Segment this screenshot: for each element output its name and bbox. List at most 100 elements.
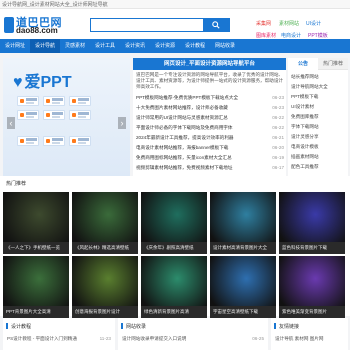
tile-sub-bar (78, 102, 86, 104)
bottom-col-row[interactable]: 设计导航 素材网 图片网 (275, 336, 324, 342)
tile-label-bar (52, 98, 63, 101)
news-item[interactable]: 十大免费图片素材网站推荐，设计师必备收藏 06-23 (136, 104, 284, 112)
bottom-col: 网站收录 设计网站收录申请提交入口说明 06-25 (118, 318, 268, 350)
quick-link[interactable]: 电商设计 (281, 32, 301, 39)
tile-label-bar (78, 98, 89, 101)
quick-link[interactable]: PPT模板 (308, 32, 328, 39)
recommend-item[interactable]: 《庆余年》剧照高清壁纸 (141, 192, 207, 254)
banner-carousel[interactable]: ♥ 爱PPT ‹ › (3, 58, 130, 176)
quick-link[interactable]: UI设计 (306, 20, 321, 27)
site-logo[interactable]: 道巴巴网 dao88.com (4, 15, 74, 37)
recommend-item[interactable]: 蓝色科技背景图片下载 (279, 192, 345, 254)
heart-icon: ♥ (13, 74, 23, 91)
section-marker (6, 323, 8, 329)
logo-mark-icon (4, 17, 14, 33)
nav-item[interactable]: 设计网址 (0, 39, 30, 53)
news-item[interactable]: 2024年最新设计工具推荐，提高设计效率的利器 06-21 (136, 134, 284, 142)
tile-icon (46, 99, 50, 103)
news-item[interactable]: 设计师常用的UI设计网站与灵感素材资源汇总 06-22 (136, 114, 284, 122)
banner-tile[interactable] (69, 136, 91, 146)
thumbnail-caption: 设计素材高清背景图片大全 (210, 242, 276, 254)
nav-item[interactable]: 网站收录 (210, 39, 240, 53)
tile-icon (72, 99, 76, 103)
banner-tile[interactable] (17, 136, 39, 146)
side-item[interactable]: UI设计素材 (291, 103, 346, 111)
tab-hot[interactable]: 热门推荐 (318, 58, 348, 70)
news-item[interactable]: 平面设计师必备的字体下载网站及免费商用字体 06-22 (136, 124, 284, 132)
banner-tile[interactable] (17, 96, 39, 106)
recommend-item[interactable]: 宇宙星空高清壁纸下载 (210, 256, 276, 318)
thumbnail-caption: PPT背景图片大全高清 (3, 306, 69, 318)
nav-item[interactable]: 设计导航 (30, 39, 60, 53)
recommend-item[interactable]: 《一人之下》手机壁纸一览 (3, 192, 69, 254)
nav-item[interactable]: 设计资讯 (120, 39, 150, 53)
nav-item[interactable]: 灵感素材 (60, 39, 90, 53)
carousel-prev-icon[interactable]: ‹ (7, 117, 15, 129)
nav-item[interactable]: 设计资源 (150, 39, 180, 53)
thumbnail-image (279, 256, 345, 306)
news-item-title: 电商设计素材网站推荐，海报banner模板下载 (136, 145, 229, 150)
news-headline[interactable]: 网页设计_平面设计资源网站导航平台 (133, 58, 286, 70)
side-item[interactable]: 字体下载网站 (291, 123, 346, 131)
carousel-next-icon[interactable]: › (118, 117, 126, 129)
news-item-title: 视频剪辑素材网站推荐，免费视频素材下载地址 (136, 165, 233, 170)
nav-item[interactable]: 设计工具 (90, 39, 120, 53)
search-input[interactable] (93, 20, 201, 30)
quick-link[interactable]: 图库素材 (256, 32, 276, 39)
recommend-item[interactable]: 创意海报背景图片设计 (72, 256, 138, 318)
side-item[interactable]: 电商设计模板 (291, 143, 346, 151)
tile-sub-bar (52, 142, 60, 144)
side-item[interactable]: 站长推荐网站 (291, 73, 346, 81)
news-item[interactable]: 电商设计素材网站推荐，海报banner模板下载 06-20 (136, 144, 284, 152)
tile-label-bar (26, 138, 37, 141)
news-item[interactable]: 视频剪辑素材网站推荐，免费视频素材下载地址 06-17 (136, 164, 284, 172)
recommend-item[interactable]: 绿色清新背景图片高清 (141, 256, 207, 318)
quick-link[interactable]: 素材网站 (279, 20, 299, 27)
thumbnail-caption: 《庆余年》剧照高清壁纸 (141, 242, 207, 254)
thumbnail-image (210, 192, 276, 242)
news-item-date: 06-19 (272, 155, 284, 160)
bottom-col-row[interactable]: PS设计教程 - 平面设计入门到精通 (7, 336, 77, 342)
thumbnail-caption: 《风起长林》精选高清壁纸 (72, 242, 138, 254)
banner-tile[interactable] (43, 136, 65, 146)
news-item[interactable]: PPT模板网站推荐-免费优质PPT模板下载站点大全 06-23 (136, 94, 284, 102)
thumbnail-image (141, 192, 207, 242)
tile-sub-bar (52, 116, 60, 118)
banner-tile[interactable] (69, 110, 91, 120)
banner-tile[interactable] (69, 96, 91, 106)
tab-notice[interactable]: 公告 (288, 58, 318, 70)
side-item[interactable]: 插画素材网站 (291, 153, 346, 161)
tile-icon (46, 139, 50, 143)
banner-tile[interactable] (43, 96, 65, 106)
banner-tile[interactable] (17, 110, 39, 120)
section-marker (121, 323, 123, 329)
news-panel: 网页设计_平面设计资源网站导航平台 道巴巴网是一个专注设计资源的网站导航平台，收… (133, 58, 286, 176)
recommend-item[interactable]: PPT背景图片大全高清 (3, 256, 69, 318)
thumbnail-image (72, 256, 138, 306)
tile-icon (20, 139, 24, 143)
banner-logo-text: 爱PPT (24, 74, 72, 91)
search-button[interactable] (203, 19, 229, 31)
side-item[interactable]: PPT模板下载 (291, 93, 346, 101)
top-bar-text: 设计导航网_设计素材网站大全_设计师网址导航 (2, 2, 108, 8)
side-item[interactable]: 配色工具推荐 (291, 163, 346, 171)
side-item[interactable]: 设计灵感分享 (291, 133, 346, 141)
recommend-item[interactable]: 紫色唯美渐变背景图片 (279, 256, 345, 318)
banner-tile[interactable] (43, 110, 65, 120)
side-item[interactable]: 设计导航网站大全 (291, 83, 346, 91)
recommend-item[interactable]: 《风起长林》精选高清壁纸 (72, 192, 138, 254)
quick-link[interactable]: 采集网 (256, 20, 271, 27)
main-nav: 设计网址 设计导航 灵感素材 设计工具 设计资讯 设计资源 设计教程 网站收录 (0, 39, 350, 53)
news-item-date: 06-22 (272, 125, 284, 130)
recommend-item[interactable]: 设计素材高清背景图片大全 (210, 192, 276, 254)
banner-logo: ♥ 爱PPT (13, 68, 72, 92)
side-item[interactable]: 免费图库推荐 (291, 113, 346, 121)
nav-item[interactable]: 设计教程 (180, 39, 210, 53)
news-item[interactable]: 免费商用图标网站推荐，矢量icon素材大全汇总 06-19 (136, 154, 284, 162)
search-box (90, 18, 230, 32)
tile-sub-bar (78, 116, 86, 118)
header: 道巴巴网 dao88.com 采集网 素材网站 UI设计 图库素材 电商设计 P… (0, 9, 350, 39)
tile-sub-bar (78, 142, 86, 144)
bottom-col-row[interactable]: 设计网站收录申请提交入口说明 (122, 336, 186, 342)
recommend-section: 热门推荐 《一人之下》手机壁纸一览 《风起长林》精选高清壁纸 《庆余年》剧照高清壁纸… (0, 176, 350, 318)
